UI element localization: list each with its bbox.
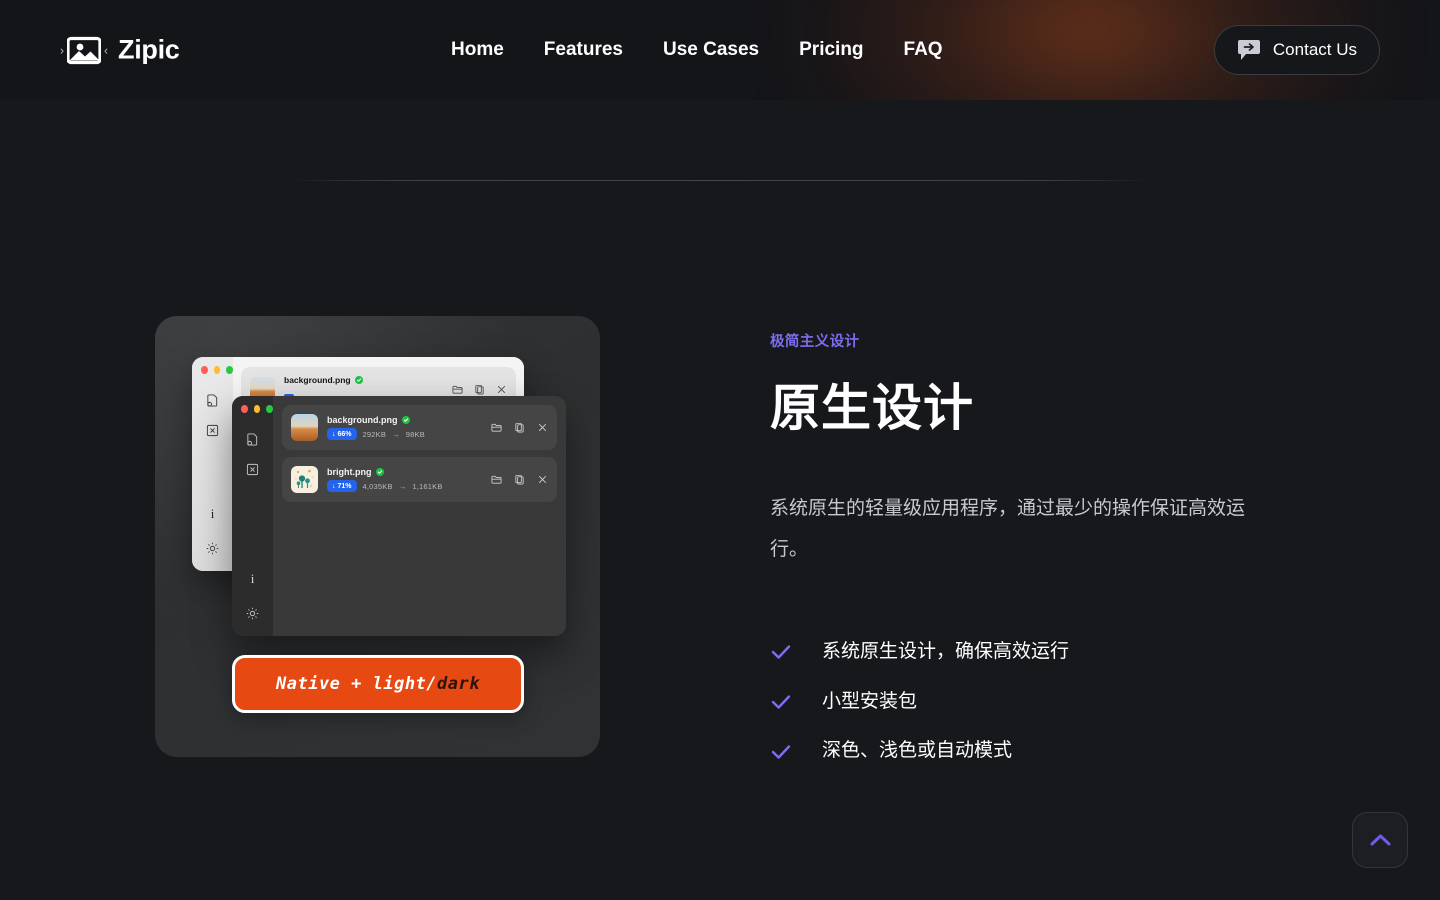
chat-arrow-icon	[1237, 39, 1261, 61]
maximize-traffic-light[interactable]	[266, 405, 273, 413]
file-name: background.png	[327, 415, 398, 425]
minimize-traffic-light[interactable]	[254, 405, 261, 413]
close-traffic-light[interactable]	[241, 405, 248, 413]
dark-window-body: background.png ↓ 66% 292KB →	[273, 396, 566, 636]
page-root: › ‹ Zipic Home Features Use Cases Pricin…	[0, 0, 1440, 900]
close-icon[interactable]	[496, 384, 507, 395]
main-navigation: Home Features Use Cases Pricing FAQ	[451, 33, 963, 67]
close-traffic-light[interactable]	[201, 366, 208, 374]
status-done-icon	[355, 376, 363, 384]
compression-percent: 71%	[338, 483, 352, 490]
file-name: bright.png	[327, 467, 372, 477]
scroll-to-top-button[interactable]	[1352, 812, 1408, 868]
logo-mark: › ‹	[60, 35, 108, 65]
settings-gear-icon[interactable]	[206, 542, 219, 555]
size-arrow-icon: →	[399, 482, 407, 491]
size-arrow-icon: →	[392, 430, 400, 439]
file-thumbnail	[291, 414, 318, 441]
showcase-card: i background.png	[155, 316, 600, 757]
contact-us-label: Contact Us	[1273, 40, 1357, 60]
feature-label: 小型安装包	[822, 690, 917, 715]
page-title: 原生设计	[770, 381, 1310, 436]
size-before: 4,035KB	[363, 482, 393, 491]
native-badge-prefix: Native + light/	[276, 674, 437, 694]
maximize-traffic-light[interactable]	[226, 366, 233, 374]
nav-item-use-cases[interactable]: Use Cases	[643, 33, 779, 67]
native-badge-suffix: dark	[437, 674, 480, 694]
list-item: 深色、浅色或自动模式	[770, 739, 1310, 764]
section-description: 系统原生的轻量级应用程序，通过最少的操作保证高效运行。	[770, 488, 1262, 570]
folder-icon[interactable]	[452, 384, 463, 395]
minimize-traffic-light[interactable]	[214, 366, 221, 374]
add-file-icon[interactable]	[246, 433, 259, 446]
chevron-up-icon	[1367, 827, 1394, 854]
feature-list: 系统原生设计，确保高效运行 小型安装包 深色、浅色或自动模式	[770, 640, 1310, 764]
status-done-icon	[402, 416, 410, 424]
nav-item-faq[interactable]: FAQ	[884, 33, 963, 67]
dark-window-sidebar: i	[232, 396, 273, 636]
info-icon[interactable]: i	[251, 572, 255, 585]
check-icon	[770, 741, 792, 763]
nav-item-home[interactable]: Home	[451, 33, 524, 67]
down-arrow-icon: ↓	[332, 483, 336, 490]
check-icon	[770, 691, 792, 713]
traffic-lights	[232, 396, 273, 413]
compression-badge: ↓ 66%	[327, 428, 357, 440]
native-mode-badge: Native + light/dark	[232, 655, 524, 713]
file-row-actions	[491, 422, 548, 433]
settings-gear-icon[interactable]	[246, 607, 259, 620]
file-row-actions	[491, 474, 548, 485]
image-icon	[67, 35, 101, 65]
app-window-dark: i background.png	[232, 396, 566, 636]
close-icon[interactable]	[537, 422, 548, 433]
folder-icon[interactable]	[491, 422, 502, 433]
feature-label: 深色、浅色或自动模式	[822, 739, 1012, 764]
file-row[interactable]: background.png ↓ 66% 292KB →	[282, 405, 557, 450]
size-before: 292KB	[363, 430, 387, 439]
logo-text: Zipic	[118, 35, 180, 66]
status-done-icon	[376, 468, 384, 476]
size-after: 1,161KB	[412, 482, 442, 491]
nav-item-features[interactable]: Features	[524, 33, 643, 67]
contact-us-button[interactable]: Contact Us	[1214, 25, 1380, 75]
section-divider	[288, 180, 1152, 181]
folder-icon[interactable]	[491, 474, 502, 485]
close-icon[interactable]	[537, 474, 548, 485]
traffic-lights	[192, 357, 233, 374]
light-window-sidebar: i	[192, 357, 233, 571]
nav-item-pricing[interactable]: Pricing	[779, 33, 883, 67]
chevron-left-icon: ‹	[104, 44, 108, 56]
info-icon[interactable]: i	[211, 507, 215, 520]
site-header: › ‹ Zipic Home Features Use Cases Pricin…	[0, 0, 1440, 100]
copy-icon[interactable]	[514, 422, 525, 433]
compression-percent: 66%	[338, 431, 352, 438]
feature-content: 极简主义设计 原生设计 系统原生的轻量级应用程序，通过最少的操作保证高效运行。 …	[770, 330, 1310, 764]
file-row[interactable]: bright.png ↓ 71% 4,035KB →	[282, 457, 557, 502]
file-name: background.png	[284, 375, 351, 385]
clear-files-icon[interactable]	[246, 463, 259, 476]
chevron-right-icon: ›	[60, 44, 64, 56]
copy-icon[interactable]	[474, 384, 485, 395]
size-after: 98KB	[406, 430, 425, 439]
list-item: 系统原生设计，确保高效运行	[770, 640, 1310, 665]
feature-label: 系统原生设计，确保高效运行	[822, 640, 1069, 665]
clear-files-icon[interactable]	[206, 424, 219, 437]
down-arrow-icon: ↓	[332, 431, 336, 438]
copy-icon[interactable]	[514, 474, 525, 485]
add-file-icon[interactable]	[206, 394, 219, 407]
site-logo[interactable]: › ‹ Zipic	[60, 35, 180, 66]
check-icon	[770, 641, 792, 663]
compression-badge: ↓ 71%	[327, 480, 357, 492]
section-eyebrow: 极简主义设计	[770, 330, 1310, 351]
file-row-actions	[452, 384, 507, 395]
file-thumbnail	[291, 466, 318, 493]
list-item: 小型安装包	[770, 690, 1310, 715]
